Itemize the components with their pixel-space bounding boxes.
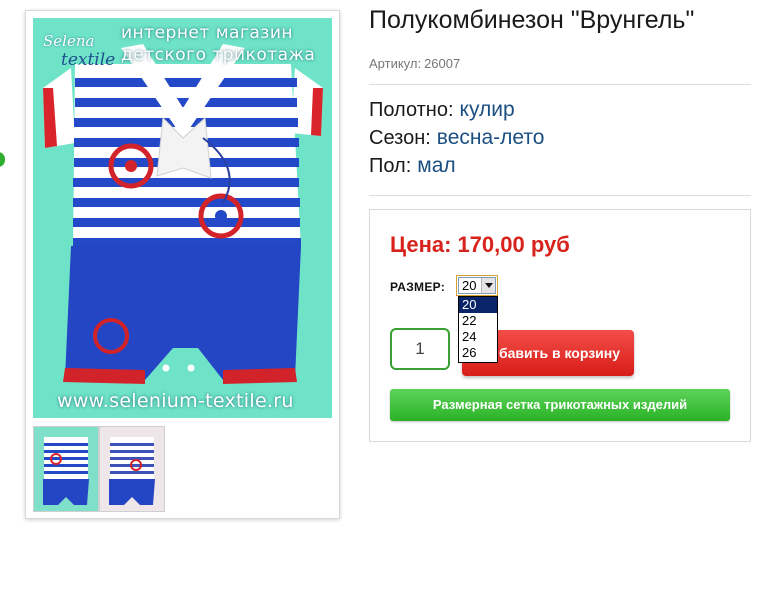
size-dropdown-list: 20 22 24 26 [458, 296, 498, 363]
attribute-label: Сезон: [369, 127, 431, 149]
logo-line-1: Selena [43, 32, 95, 50]
romper-illustration [43, 44, 323, 384]
main-product-photo[interactable]: Selena textile интернет магазин детского… [33, 18, 332, 418]
side-tab-marker[interactable] [0, 152, 5, 167]
product-gallery: Selena textile интернет магазин детского… [25, 10, 340, 519]
attribute-gender: Пол: мал [369, 154, 456, 178]
sku-value: 26007 [424, 56, 461, 71]
size-option[interactable]: 22 [459, 313, 497, 329]
watermark-url: www.selenium-textile.ru [57, 390, 294, 412]
product-sku: Артикул: 26007 [369, 56, 460, 71]
size-option[interactable]: 26 [459, 345, 497, 361]
size-select[interactable]: 20 [458, 277, 496, 294]
attribute-value[interactable]: весна-лето [437, 126, 545, 149]
size-option[interactable]: 24 [459, 329, 497, 345]
price-label: Цена: [390, 232, 452, 257]
attribute-label: Пол: [369, 155, 412, 177]
attribute-value[interactable]: мал [417, 154, 455, 177]
size-option[interactable]: 20 [459, 297, 497, 313]
attribute-label: Полотно: [369, 99, 454, 121]
brand-line-1: интернет магазин [121, 23, 293, 43]
logo-line-2: textile [61, 50, 116, 70]
brand-logo: Selena textile [41, 30, 121, 76]
attribute-fabric: Полотно: кулир [369, 98, 515, 122]
brand-caption: интернет магазин детского трикотажа [121, 22, 315, 66]
sku-label: Артикул: [369, 56, 422, 71]
chevron-down-icon[interactable] [481, 278, 495, 293]
price: Цена: 170,00 руб [390, 232, 570, 258]
attribute-season: Сезон: весна-лето [369, 126, 544, 150]
thumbnail-2[interactable] [99, 426, 165, 512]
thumbnail-2-image [109, 437, 155, 505]
size-select-value: 20 [462, 278, 477, 293]
divider-top [369, 84, 751, 85]
attribute-value[interactable]: кулир [460, 98, 515, 121]
quantity-input[interactable]: 1 [390, 328, 450, 370]
size-label: РАЗМЕР: [390, 280, 446, 294]
thumbnail-1[interactable] [33, 426, 99, 512]
thumbnail-1-image [43, 437, 89, 505]
brand-line-2: детского трикотажа [121, 45, 316, 65]
price-value: 170,00 руб [457, 232, 570, 257]
divider-bottom [369, 195, 751, 196]
product-title: Полукомбинезон "Врунгель" [369, 6, 695, 34]
size-chart-button[interactable]: Размерная сетка трикотажных изделий [390, 389, 730, 421]
purchase-box: Цена: 170,00 руб РАЗМЕР: 20 1 бавить в ко… [369, 209, 751, 442]
